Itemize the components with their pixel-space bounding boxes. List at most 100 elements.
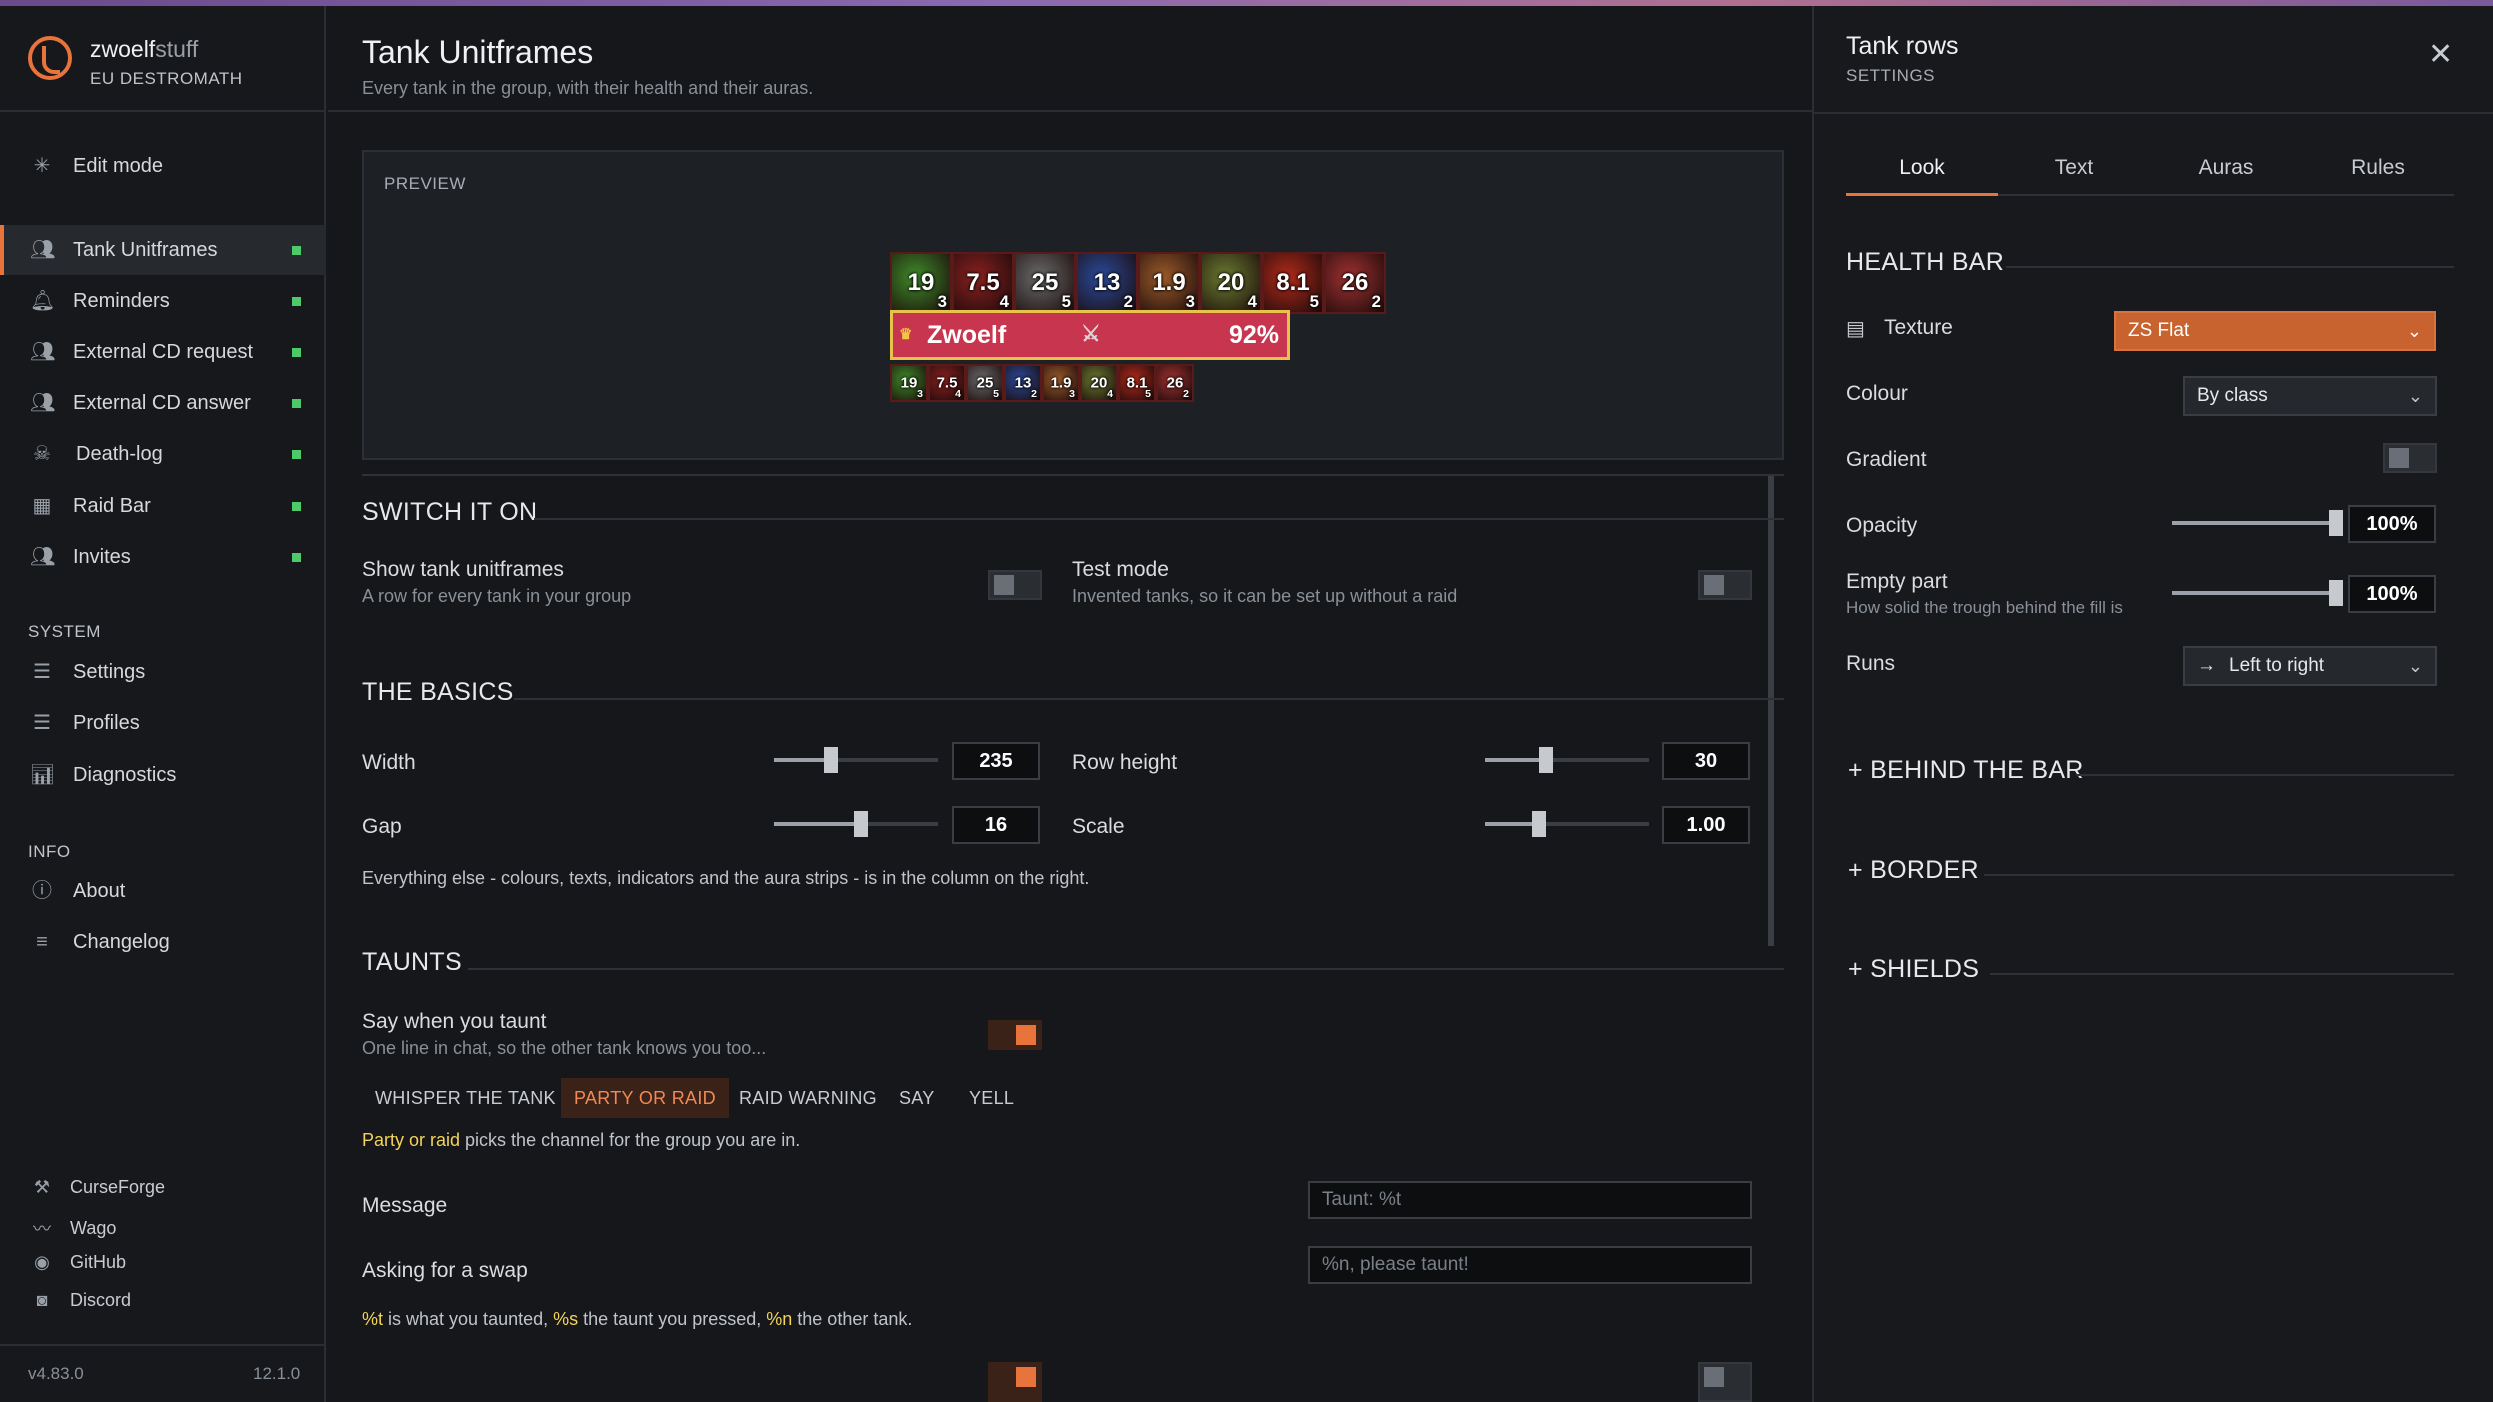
aura-icon: 8.1 5 bbox=[1262, 252, 1324, 314]
aura-stacks: 5 bbox=[1145, 388, 1151, 400]
slider-thumb[interactable] bbox=[2329, 510, 2343, 536]
section-system: SYSTEM bbox=[28, 622, 101, 641]
texture-dropdown[interactable]: ZS Flat ⌄ bbox=[2114, 311, 2436, 351]
page-title: Tank Unitframes bbox=[362, 34, 594, 70]
aura-stacks: 3 bbox=[1069, 388, 1075, 400]
game-version: 12.1.0 bbox=[253, 1364, 301, 1383]
link-wago[interactable]: 〰 Wago bbox=[30, 1215, 116, 1241]
aura-stacks: 5 bbox=[1309, 292, 1319, 311]
tab-auras[interactable]: Auras bbox=[2150, 156, 2302, 180]
arrow-right-icon: → bbox=[2197, 655, 2216, 676]
divider bbox=[1984, 874, 2454, 876]
sidebar-item-profiles[interactable]: ☰ Profiles bbox=[0, 698, 326, 748]
unit-health-percent: 92% bbox=[1228, 321, 1279, 349]
section-info: INFO bbox=[28, 842, 71, 861]
link-curseforge[interactable]: ⚒ CurseForge bbox=[30, 1177, 165, 1198]
sidebar-item-death-log[interactable]: ☠ Death-log bbox=[0, 429, 326, 479]
brand-header: zwoelfstuff EU DESTROMATH bbox=[0, 6, 326, 112]
toggle-knob bbox=[1016, 1025, 1036, 1045]
row-height-value[interactable]: 30 bbox=[1662, 742, 1750, 780]
grid-icon: ▦ bbox=[32, 495, 52, 517]
tab-text[interactable]: Text bbox=[1998, 156, 2150, 180]
slider-thumb[interactable] bbox=[853, 811, 868, 837]
link-github[interactable]: ◉ GitHub bbox=[30, 1252, 126, 1273]
info-icon: ⓘ bbox=[32, 880, 52, 902]
sidebar-item-changelog[interactable]: ≡ Changelog bbox=[0, 917, 326, 967]
empty-part-slider[interactable] bbox=[2172, 580, 2343, 606]
sliders-icon: ☰ bbox=[33, 712, 51, 734]
sidebar-item-about[interactable]: ⓘ About bbox=[0, 866, 326, 916]
partial-toggle[interactable] bbox=[1698, 1362, 1752, 1402]
aura-stacks: 3 bbox=[917, 388, 923, 400]
channel-note: Party or raid picks the channel for the … bbox=[362, 1130, 801, 1150]
empty-part-value[interactable]: 100% bbox=[2348, 575, 2436, 613]
main-scrollbar[interactable] bbox=[1768, 476, 1774, 946]
say-when-taunt-hint: One line in chat, so the other tank know… bbox=[362, 1038, 767, 1058]
section-shields[interactable]: + SHIELDS bbox=[1848, 955, 1979, 984]
slider-thumb[interactable] bbox=[2329, 580, 2343, 606]
panel-subtitle: SETTINGS bbox=[1846, 66, 1936, 85]
channel-yell[interactable]: YELL bbox=[956, 1078, 1027, 1118]
slider-thumb[interactable] bbox=[824, 747, 839, 773]
sidebar-item-external-cd-request[interactable]: 👥︎ External CD request bbox=[0, 327, 326, 377]
sidebar-item-reminders[interactable]: 🔔︎ Reminders bbox=[0, 276, 326, 326]
toggle-knob bbox=[2389, 448, 2409, 468]
opacity-value[interactable]: 100% bbox=[2348, 505, 2436, 543]
channel-party-or-raid[interactable]: PARTY OR RAID bbox=[561, 1078, 729, 1118]
slider-thumb[interactable] bbox=[1538, 747, 1553, 773]
scale-value[interactable]: 1.00 bbox=[1662, 806, 1750, 844]
chevron-down-icon: ⌄ bbox=[2406, 321, 2422, 341]
aura-icon: 20 4 bbox=[1200, 252, 1262, 314]
channel-whisper-the-tank[interactable]: WHISPER THE TANK bbox=[362, 1078, 569, 1118]
gap-slider[interactable] bbox=[774, 811, 938, 837]
swap-label: Asking for a swap bbox=[362, 1259, 528, 1282]
chevron-down-icon: ⌄ bbox=[2407, 656, 2423, 676]
sidebar-item-diagnostics[interactable]: 📊︎ Diagnostics bbox=[0, 750, 326, 800]
empty-part-hint: How solid the trough behind the fill is bbox=[1846, 598, 2123, 617]
link-discord[interactable]: ◙ Discord bbox=[30, 1290, 131, 1311]
tab-rules[interactable]: Rules bbox=[2302, 156, 2454, 180]
slider-thumb[interactable] bbox=[1532, 811, 1547, 837]
show-tank-unitframes-toggle[interactable] bbox=[988, 570, 1042, 600]
partial-toggle[interactable] bbox=[988, 1362, 1042, 1402]
sidebar-item-settings[interactable]: ☰ Settings bbox=[0, 647, 326, 697]
sidebar-item-invites[interactable]: 👥︎ Invites bbox=[0, 532, 326, 582]
opacity-slider[interactable] bbox=[2172, 510, 2343, 536]
sidebar-item-tank-unitframes[interactable]: 👥︎ Tank Unitframes bbox=[0, 225, 326, 275]
status-dot bbox=[292, 501, 301, 511]
test-mode-toggle[interactable] bbox=[1698, 570, 1752, 600]
say-when-taunt-toggle[interactable] bbox=[988, 1020, 1042, 1050]
toggle-knob bbox=[1016, 1367, 1036, 1387]
gap-value[interactable]: 16 bbox=[952, 806, 1040, 844]
channel-say[interactable]: SAY bbox=[886, 1078, 948, 1118]
scale-label: Scale bbox=[1072, 815, 1125, 838]
slider-fill bbox=[2172, 521, 2336, 525]
swap-input[interactable]: %n, please taunt! bbox=[1308, 1246, 1752, 1284]
row-height-slider[interactable] bbox=[1485, 747, 1649, 773]
sidebar-footer-divider bbox=[0, 1344, 326, 1346]
sidebar-item-edit-mode[interactable]: ✳ Edit mode bbox=[0, 141, 326, 191]
app-window: zwoelfstuff EU DESTROMATH ✳ Edit mode 👥︎… bbox=[0, 0, 2493, 1402]
sidebar-item-external-cd-answer[interactable]: 👥︎ External CD answer bbox=[0, 378, 326, 428]
divider bbox=[362, 474, 1784, 476]
gradient-toggle[interactable] bbox=[2383, 443, 2437, 473]
scale-slider[interactable] bbox=[1485, 811, 1649, 837]
section-taunts: TAUNTS bbox=[362, 948, 462, 976]
message-input[interactable]: Taunt: %t bbox=[1308, 1181, 1752, 1219]
runs-dropdown[interactable]: → Left to right ⌄ bbox=[2183, 646, 2437, 686]
channel-raid-warning[interactable]: RAID WARNING bbox=[726, 1078, 890, 1118]
aura-icon: 20 4 bbox=[1080, 364, 1118, 402]
aura-stacks: 2 bbox=[1371, 292, 1381, 311]
toggle-knob bbox=[1704, 1367, 1724, 1387]
close-icon[interactable]: ✕ bbox=[2428, 40, 2453, 70]
section-border[interactable]: + BORDER bbox=[1848, 856, 1979, 885]
bell-icon: 🔔︎ bbox=[30, 290, 56, 312]
tab-look[interactable]: Look bbox=[1846, 156, 1998, 180]
users-icon: 👥︎ bbox=[30, 546, 56, 568]
width-slider[interactable] bbox=[774, 747, 938, 773]
width-value[interactable]: 235 bbox=[952, 742, 1040, 780]
section-behind-the-bar[interactable]: + BEHIND THE BAR bbox=[1848, 756, 2084, 785]
colour-dropdown[interactable]: By class ⌄ bbox=[2183, 376, 2437, 416]
sidebar-item-raid-bar[interactable]: ▦ Raid Bar bbox=[0, 481, 326, 531]
row-height-label: Row height bbox=[1072, 751, 1178, 774]
